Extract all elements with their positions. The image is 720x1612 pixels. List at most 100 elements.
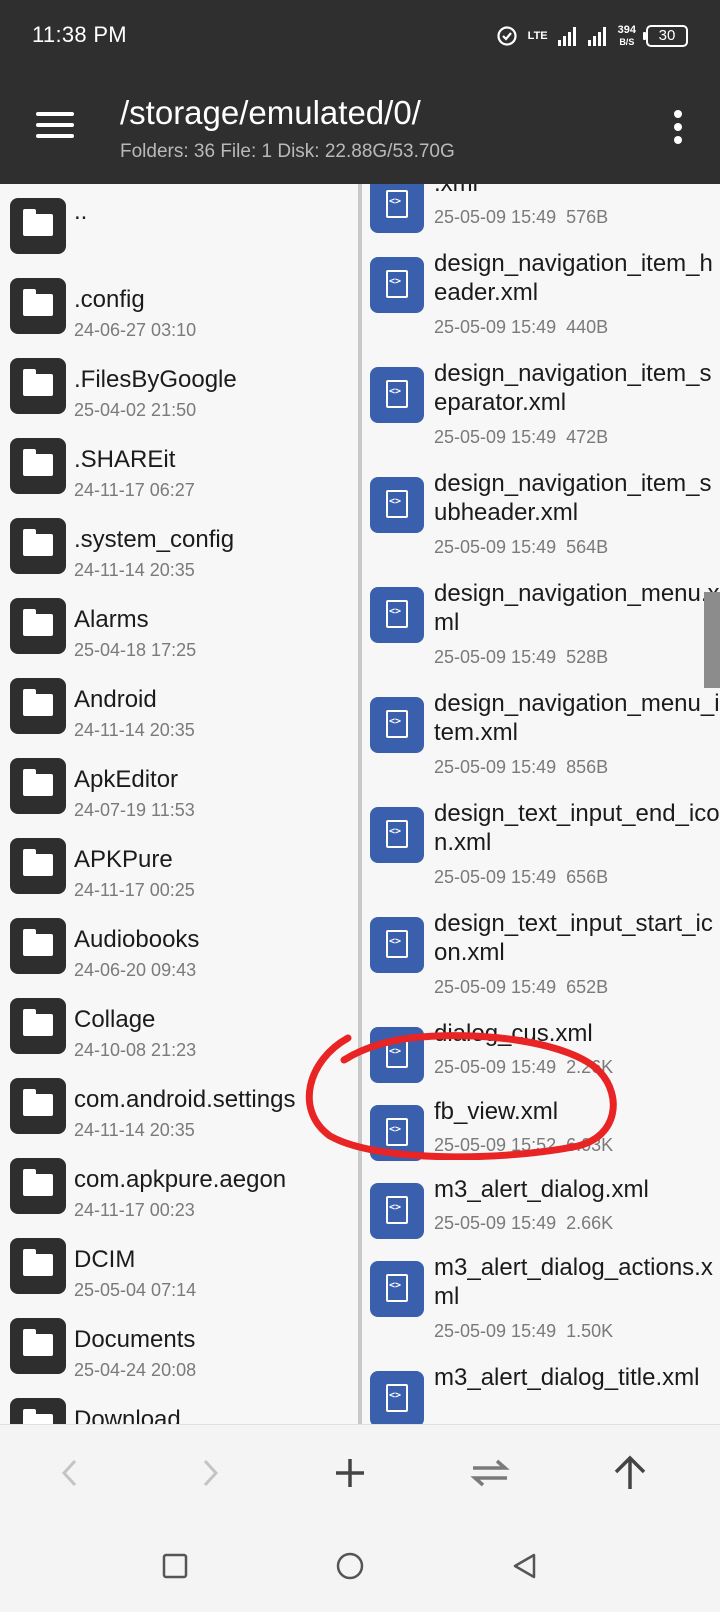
folder-row[interactable]: Alarms 25-04-18 17:25 (0, 584, 360, 664)
folder-row[interactable]: Android 24-11-14 20:35 (0, 664, 360, 744)
square-icon[interactable] (153, 1544, 197, 1588)
circle-icon[interactable] (328, 1544, 372, 1588)
file-row[interactable]: design_navigation_item_header.xml 25-05-0… (362, 237, 720, 347)
file-name: m3_alert_dialog_actions.xml (434, 1254, 713, 1310)
folder-date: 24-11-14 20:35 (74, 720, 195, 740)
swap-arrows-icon[interactable] (460, 1445, 520, 1501)
folder-row[interactable]: APKPure 24-11-17 00:25 (0, 824, 360, 904)
file-row[interactable]: design_navigation_menu_item.xml 25-05-09 … (362, 677, 720, 787)
xml-file-icon (370, 1183, 424, 1239)
file-name: m3_alert_dialog.xml (434, 1176, 649, 1203)
left-pane[interactable]: .. .config 24-06-27 03:10 .FilesByGoogle 25-… (0, 184, 360, 1424)
file-meta: 25-05-09 15:49 472B (434, 427, 608, 448)
folder-name: APKPure (74, 846, 173, 873)
file-size: 2.66K (566, 1213, 614, 1233)
file-size: 6.03K (566, 1135, 614, 1155)
folder-row[interactable]: .system_config 24-11-14 20:35 (0, 504, 360, 584)
folder-row[interactable]: Audiobooks 24-06-20 09:43 (0, 904, 360, 984)
folder-row[interactable]: .FilesByGoogle 25-04-02 21:50 (0, 344, 360, 424)
folder-icon (10, 998, 66, 1054)
more-vert-icon[interactable] (672, 110, 684, 146)
folder-name: .config (74, 286, 145, 313)
xml-file-icon (370, 477, 424, 533)
network-speed: 394 B/S (618, 24, 636, 48)
folder-date: 24-11-14 20:35 (74, 1120, 195, 1140)
folder-name: DCIM (74, 1246, 136, 1273)
folder-row[interactable]: com.apkpure.aegon 24-11-17 00:23 (0, 1144, 360, 1224)
lte-label: LTE (527, 29, 548, 42)
hamburger-menu-icon[interactable] (36, 110, 76, 142)
file-meta: 25-05-09 15:49 652B (434, 977, 608, 998)
file-meta: 25-05-09 15:49 576B (434, 207, 608, 228)
triangle-back-icon[interactable] (503, 1544, 547, 1588)
folder-icon (10, 758, 66, 814)
plus-icon[interactable] (320, 1445, 380, 1501)
chevron-right-icon[interactable] (180, 1445, 240, 1501)
file-size: 856B (566, 757, 609, 777)
file-row[interactable]: design_navigation_menu.xml 25-05-09 15:49… (362, 567, 720, 677)
folder-name: .SHAREit (74, 446, 176, 473)
file-name: m3_alert_dialog_title.xml (434, 1364, 700, 1391)
file-name: design_text_input_end_icon.xml (434, 800, 720, 856)
folder-name: Audiobooks (74, 926, 200, 953)
file-meta: 25-05-09 15:49 856B (434, 757, 608, 778)
file-name: design_navigation_item_header.xml (434, 250, 713, 306)
file-size: 472B (566, 427, 609, 447)
xml-file-icon (370, 1105, 424, 1161)
file-name: dialog_cus.xml (434, 1020, 593, 1047)
folder-icon (10, 838, 66, 894)
current-path: /storage/emulated/0/ (120, 94, 421, 131)
file-row[interactable]: m3_alert_dialog_title.xml (362, 1351, 720, 1424)
file-row[interactable]: dialog_cus.xml 25-05-09 15:49 2.26K (362, 1007, 720, 1085)
folder-row[interactable]: Collage 24-10-08 21:23 (0, 984, 360, 1064)
folder-row[interactable]: Download (0, 1384, 360, 1424)
signal-icon (557, 27, 576, 46)
battery-indicator: 30 (643, 25, 688, 47)
xml-file-icon (370, 807, 424, 863)
folder-row[interactable]: .SHAREit 24-11-17 06:27 (0, 424, 360, 504)
folder-row[interactable]: DCIM 25-05-04 07:14 (0, 1224, 360, 1304)
folder-row[interactable]: Documents 25-04-24 20:08 (0, 1304, 360, 1384)
file-meta: 25-05-09 15:49 440B (434, 317, 608, 338)
folder-icon (10, 1318, 66, 1374)
xml-file-icon (370, 917, 424, 973)
folder-icon (10, 1158, 66, 1214)
xml-file-icon (370, 367, 424, 423)
signal-icon-2 (587, 27, 606, 46)
file-size: 652B (566, 977, 609, 997)
file-row[interactable]: design_text_input_start_icon.xml 25-05-09… (362, 897, 720, 1007)
file-row[interactable]: m3_alert_dialog.xml 25-05-09 15:49 2.66K (362, 1163, 720, 1241)
file-row[interactable]: .xml 25-05-09 15:49 576B (362, 184, 720, 237)
folder-icon (10, 438, 66, 494)
folder-row[interactable]: ApkEditor 24-07-19 11:53 (0, 744, 360, 824)
app-header: 11:38 PM LTE 394 B/S 30 /storage/emulate… (0, 0, 720, 184)
file-date: 25-05-09 15:49 (434, 317, 557, 337)
arrow-up-icon[interactable] (600, 1445, 660, 1501)
file-name: design_navigation_menu_item.xml (434, 690, 720, 746)
folder-row[interactable]: com.android.settings 24-11-14 20:35 (0, 1064, 360, 1144)
folder-icon (10, 518, 66, 574)
xml-file-icon (370, 587, 424, 643)
file-row[interactable]: fb_view.xml 25-05-09 15:52 6.03K (362, 1085, 720, 1163)
file-row[interactable]: m3_alert_dialog_actions.xml 25-05-09 15:4… (362, 1241, 720, 1351)
file-meta: 25-05-09 15:49 528B (434, 647, 608, 668)
folder-date: 25-05-04 07:14 (74, 1280, 197, 1300)
file-date: 25-05-09 15:49 (434, 207, 557, 227)
file-name: design_navigation_menu.xml (434, 580, 720, 636)
folder-icon (10, 198, 66, 254)
right-pane[interactable]: .xml 25-05-09 15:49 576B design_navigation_… (362, 184, 720, 1424)
folder-date: 24-11-17 06:27 (74, 480, 195, 500)
file-size: 440B (566, 317, 609, 337)
scrollbar-thumb[interactable] (704, 592, 720, 688)
speed-unit: B/S (619, 37, 635, 47)
file-row[interactable]: design_text_input_end_icon.xml 25-05-09 1… (362, 787, 720, 897)
folder-row[interactable]: .. (0, 184, 360, 264)
chevron-left-icon[interactable] (40, 1445, 100, 1501)
folder-list: .. .config 24-06-27 03:10 .FilesByGoogle 25-… (0, 184, 360, 1424)
folder-name: ApkEditor (74, 766, 179, 793)
file-row[interactable]: design_navigation_item_separator.xml 25-0… (362, 347, 720, 457)
file-row[interactable]: design_navigation_item_subheader.xml 25-0… (362, 457, 720, 567)
file-meta: 25-05-09 15:49 1.50K (434, 1321, 613, 1342)
xml-file-icon (370, 184, 424, 233)
folder-row[interactable]: .config 24-06-27 03:10 (0, 264, 360, 344)
